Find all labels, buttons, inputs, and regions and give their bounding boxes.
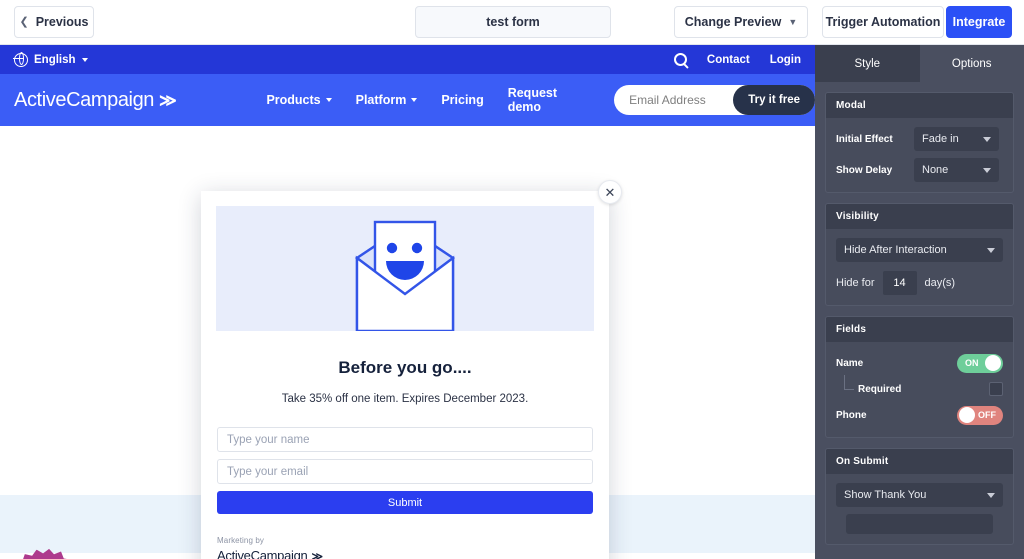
chevron-down-icon [983,167,991,173]
trigger-automation-button[interactable]: Trigger Automation [822,6,944,38]
options-sidebar: Style Options Modal Initial Effect Fade … [815,45,1024,559]
open-envelope-smiley-icon [354,220,456,331]
form-modal: Before you go.... Take 35% off one item.… [201,191,609,559]
row-show-delay: Show Delay None [836,158,1003,182]
hide-for-label: Hide for [836,277,875,289]
visibility-select[interactable]: Hide After Interaction [836,238,1003,262]
section-fields: Fields Name ON Required Phone OFF [825,316,1014,438]
form-preview-canvas: English Contact Login ActiveCampaign ≫ P… [0,45,815,559]
chevron-down-icon: ▼ [788,16,798,27]
row-field-name: Name ON [836,351,1003,375]
toggle-knob [985,355,1001,371]
toggle-knob [959,407,975,423]
section-on-submit: On Submit Show Thank You [825,448,1014,545]
initial-effect-label: Initial Effect [836,133,893,145]
modal-close-button[interactable]: ✕ [598,180,622,204]
hide-for-input[interactable] [882,271,917,295]
row-hide-for: Hide for day(s) [836,271,1003,295]
chevron-left-icon: ❮ [19,15,29,28]
footer-brand[interactable]: ActiveCampaign ≫ [217,548,609,559]
section-visibility: Visibility Hide After Interaction Hide f… [825,203,1014,306]
footer-brand-text: ActiveCampaign [217,548,308,559]
sidebar-tabs: Style Options [815,45,1024,82]
section-fields-title: Fields [826,317,1013,342]
tab-style[interactable]: Style [815,45,920,82]
field-required-label: Required [858,383,902,395]
email-input[interactable] [217,459,593,484]
change-preview-dropdown[interactable]: Change Preview ▼ [674,6,808,38]
field-phone-label: Phone [836,409,867,421]
section-modal: Modal Initial Effect Fade in Show Delay … [825,92,1014,193]
tab-options[interactable]: Options [919,45,1024,82]
name-input[interactable] [217,427,593,452]
submit-button[interactable]: Submit [217,491,593,514]
modal-form-fields: Submit [217,427,593,514]
field-required-checkbox[interactable] [989,382,1003,396]
chevron-down-icon [983,136,991,142]
section-modal-title: Modal [826,93,1013,118]
logo-arrow-icon: ≫ [311,551,323,559]
row-field-phone: Phone OFF [836,403,1003,427]
on-submit-select[interactable]: Show Thank You [836,483,1003,507]
on-submit-value: Show Thank You [844,489,927,501]
visibility-value: Hide After Interaction [844,244,947,256]
marketing-by-label: Marketing by [217,536,264,545]
show-delay-label: Show Delay [836,164,893,176]
form-name-label: test form [486,15,540,29]
previous-button[interactable]: ❮ Previous [14,6,94,38]
trigger-automation-label: Trigger Automation [825,15,941,29]
initial-effect-select[interactable]: Fade in [914,127,999,151]
modal-footer: Marketing by ActiveCampaign ≫ [217,536,609,559]
modal-subtitle: Take 35% off one item. Expires December … [281,393,529,405]
field-name-label: Name [836,357,864,369]
integrate-label: Integrate [952,15,1006,29]
form-name-field[interactable]: test form [415,6,611,38]
integrate-button[interactable]: Integrate [946,6,1012,38]
previous-label: Previous [35,15,89,29]
field-phone-toggle-label: OFF [978,410,996,420]
show-delay-select[interactable]: None [914,158,999,182]
field-name-toggle-label: ON [965,358,979,368]
chevron-down-icon [987,247,995,253]
field-phone-toggle[interactable]: OFF [957,405,1003,425]
editor-toolbar: ❮ Previous test form Change Preview ▼ Tr… [0,0,1024,45]
section-visibility-title: Visibility [826,204,1013,229]
modal-title: Before you go.... [338,358,472,377]
chevron-down-icon [987,492,995,498]
field-name-toggle[interactable]: ON [957,353,1003,373]
initial-effect-value: Fade in [922,133,959,145]
change-preview-label: Change Preview [684,15,782,29]
on-submit-secondary-field[interactable] [846,514,993,534]
modal-hero-image [216,206,594,331]
section-on-submit-title: On Submit [826,449,1013,474]
row-initial-effect: Initial Effect Fade in [836,127,1003,151]
row-field-required: Required [836,375,1003,396]
days-label: day(s) [924,277,956,289]
show-delay-value: None [922,164,949,176]
